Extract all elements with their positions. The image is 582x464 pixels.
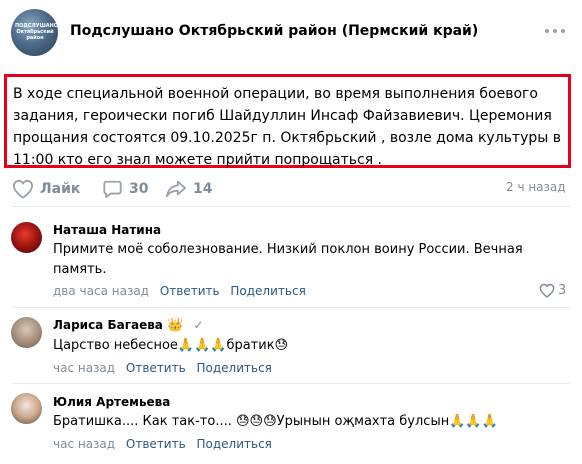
comment-like-count: 3 xyxy=(558,283,567,298)
post-actions: Лайк 30 14 2 ч назад xyxy=(0,174,582,204)
group-avatar-text: ПОДСЛУШАНО Октябрьский район xyxy=(15,23,58,41)
comment-text: Царство небесное🙏🙏🙏братик😓 xyxy=(53,338,289,353)
comment-item: Лариса Багаева 👑 ✓ Царство небесное🙏🙏🙏бр… xyxy=(0,314,582,380)
reply-button[interactable]: Ответить xyxy=(160,284,220,298)
checkmark-icon: ✓ xyxy=(193,318,204,332)
share-button[interactable]: 14 xyxy=(165,178,212,200)
divider xyxy=(12,383,570,384)
comment-time[interactable]: час назад xyxy=(53,361,115,375)
comments-count: 30 xyxy=(129,181,149,197)
like-label: Лайк xyxy=(40,181,81,197)
comment-meta: час назад Ответить Поделиться xyxy=(53,437,279,451)
heart-icon xyxy=(539,283,555,298)
comment-item: Юлия Артемьева Братишка.... Как так-то..… xyxy=(0,390,582,460)
comments-button[interactable]: 30 xyxy=(102,178,148,200)
comment-author[interactable]: Юлия Артемьева xyxy=(53,395,170,409)
post-text: В ходе специальной военной операции, во … xyxy=(4,74,571,168)
avatar[interactable] xyxy=(11,222,42,253)
comment-author-row: Лариса Багаева 👑 ✓ xyxy=(53,318,204,333)
divider xyxy=(12,307,570,308)
more-options-icon[interactable] xyxy=(544,21,566,41)
comment-author[interactable]: Наташа Натина xyxy=(53,223,161,237)
comment-text: Примите моё соболезнование. Низкий покло… xyxy=(53,242,523,277)
reply-button[interactable]: Ответить xyxy=(126,361,186,375)
reply-button[interactable]: Ответить xyxy=(126,437,186,451)
group-avatar[interactable]: ПОДСЛУШАНО Октябрьский район xyxy=(11,9,58,56)
comment-like-button[interactable]: 3 xyxy=(539,283,566,298)
like-button[interactable]: Лайк xyxy=(12,178,80,200)
shares-count: 14 xyxy=(193,181,213,197)
post-header: ПОДСЛУШАНО Октябрьский район Подслушано … xyxy=(0,0,582,66)
post-time[interactable]: 2 ч назад xyxy=(506,180,566,194)
comment-icon xyxy=(103,180,122,199)
comment-time[interactable]: два часа назад xyxy=(53,284,149,298)
share-comment-button[interactable]: Поделиться xyxy=(197,361,272,375)
comment-text: Братишка.... Как так-то.... 😓😓😓Урынын оҗ… xyxy=(53,414,498,429)
share-comment-button[interactable]: Поделиться xyxy=(230,284,305,298)
comment-time[interactable]: час назад xyxy=(53,437,115,451)
crown-icon: 👑 xyxy=(167,318,184,333)
group-name[interactable]: Подслушано Октябрьский район (Пермский к… xyxy=(70,23,478,39)
avatar[interactable] xyxy=(11,317,42,348)
avatar[interactable] xyxy=(11,393,42,424)
share-comment-button[interactable]: Поделиться xyxy=(197,437,272,451)
comment-meta: час назад Ответить Поделиться xyxy=(53,361,279,375)
share-icon xyxy=(166,180,186,198)
heart-icon xyxy=(12,179,34,199)
comment-item: Наташа Натина Примите моё соболезнование… xyxy=(0,216,582,302)
comment-meta: два часа назад Ответить Поделиться xyxy=(53,284,313,298)
comment-author[interactable]: Лариса Багаева xyxy=(53,318,163,332)
divider xyxy=(12,206,570,207)
